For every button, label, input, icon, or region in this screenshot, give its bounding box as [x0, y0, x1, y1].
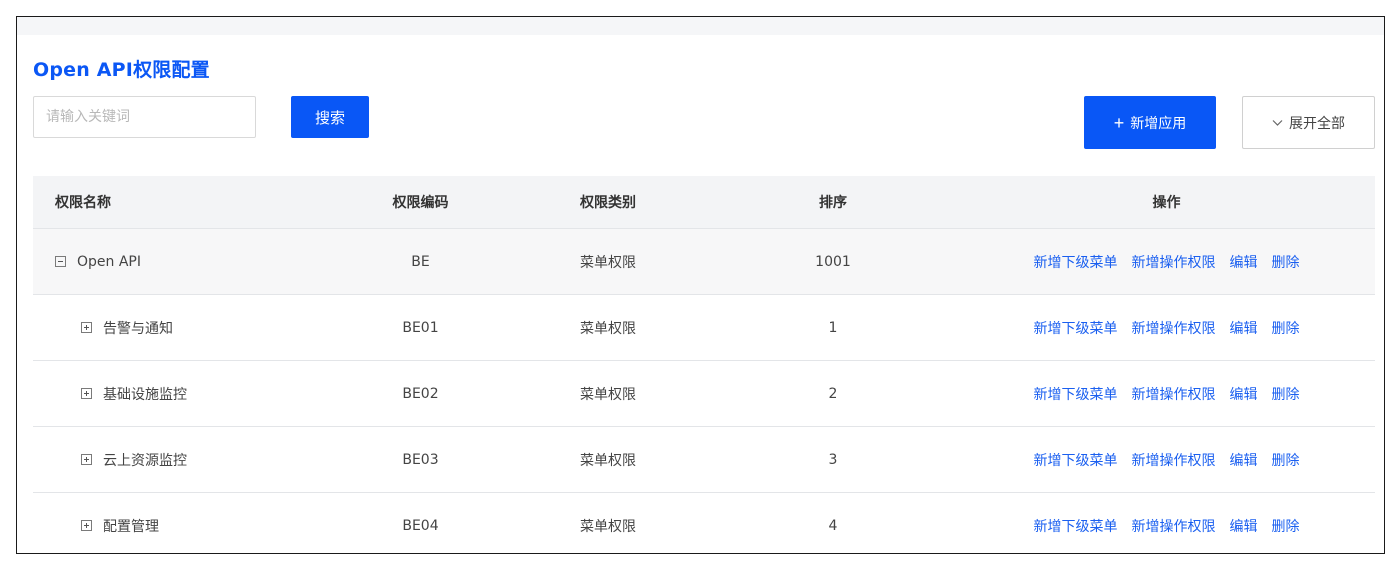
permission-sort: 1001	[815, 253, 851, 270]
add-submenu-link[interactable]: 新增下级菜单	[1034, 384, 1118, 404]
expand-icon[interactable]	[81, 454, 92, 465]
column-header-actions: 操作	[1152, 195, 1181, 211]
permission-sort: 4	[828, 517, 838, 534]
name-cell: Open API	[33, 254, 333, 270]
table-header: 权限名称 权限编码 权限类别 排序 操作	[33, 176, 1375, 229]
delete-link[interactable]: 删除	[1272, 384, 1300, 404]
permission-type: 菜单权限	[580, 518, 636, 535]
permission-type: 菜单权限	[580, 320, 636, 337]
name-cell: 配置管理	[33, 516, 333, 536]
permission-name: 云上资源监控	[103, 452, 187, 469]
delete-link[interactable]: 删除	[1272, 450, 1300, 470]
permission-name: 配置管理	[103, 518, 159, 535]
permission-name: 基础设施监控	[103, 386, 187, 403]
permission-table: 权限名称 权限编码 权限类别 排序 操作 Open API BE 菜单权限 10…	[33, 176, 1375, 553]
action-cell: 新增下级菜单 新增操作权限 编辑 删除	[958, 252, 1375, 272]
add-application-label: 新增应用	[1130, 114, 1187, 131]
page-title: Open API权限配置	[33, 59, 210, 81]
add-operation-permission-link[interactable]: 新增操作权限	[1132, 252, 1216, 272]
expand-icon[interactable]	[81, 322, 92, 333]
action-cell: 新增下级菜单 新增操作权限 编辑 删除	[958, 384, 1375, 404]
column-header-code: 权限编码	[392, 195, 449, 211]
action-cell: 新增下级菜单 新增操作权限 编辑 删除	[958, 318, 1375, 338]
add-operation-permission-link[interactable]: 新增操作权限	[1132, 318, 1216, 338]
column-header-sort: 排序	[819, 195, 847, 211]
name-cell: 云上资源监控	[33, 450, 333, 470]
permission-sort: 1	[828, 319, 838, 336]
table-row: 云上资源监控 BE03 菜单权限 3 新增下级菜单 新增操作权限 编辑 删除	[33, 427, 1375, 493]
plus-icon: +	[1113, 112, 1125, 133]
edit-link[interactable]: 编辑	[1230, 450, 1258, 470]
table-row: 告警与通知 BE01 菜单权限 1 新增下级菜单 新增操作权限 编辑 删除	[33, 295, 1375, 361]
add-application-button[interactable]: + 新增应用	[1084, 96, 1216, 149]
top-strip	[17, 17, 1384, 35]
permission-name: Open API	[77, 253, 141, 270]
add-submenu-link[interactable]: 新增下级菜单	[1034, 516, 1118, 536]
edit-link[interactable]: 编辑	[1230, 252, 1258, 272]
permission-type: 菜单权限	[580, 386, 636, 403]
permission-type: 菜单权限	[580, 254, 636, 271]
expand-all-label: 展开全部	[1289, 115, 1345, 132]
action-cell: 新增下级菜单 新增操作权限 编辑 删除	[958, 516, 1375, 536]
add-submenu-link[interactable]: 新增下级菜单	[1034, 252, 1118, 272]
permission-sort: 3	[828, 451, 838, 468]
add-operation-permission-link[interactable]: 新增操作权限	[1132, 516, 1216, 536]
collapse-icon[interactable]	[55, 256, 66, 267]
permission-code: BE04	[402, 517, 439, 534]
delete-link[interactable]: 删除	[1272, 516, 1300, 536]
permission-name: 告警与通知	[103, 320, 173, 337]
permission-code: BE01	[402, 319, 439, 336]
delete-link[interactable]: 删除	[1272, 252, 1300, 272]
expand-all-button[interactable]: 展开全部	[1242, 96, 1375, 149]
permission-code: BE03	[402, 451, 439, 468]
expand-icon[interactable]	[81, 388, 92, 399]
name-cell: 告警与通知	[33, 318, 333, 338]
permission-code: BE02	[402, 385, 439, 402]
column-header-type: 权限类别	[580, 195, 636, 211]
search-input[interactable]	[33, 96, 256, 138]
add-operation-permission-link[interactable]: 新增操作权限	[1132, 450, 1216, 470]
edit-link[interactable]: 编辑	[1230, 318, 1258, 338]
name-cell: 基础设施监控	[33, 384, 333, 404]
add-submenu-link[interactable]: 新增下级菜单	[1034, 318, 1118, 338]
chevron-down-icon	[1272, 119, 1283, 126]
column-header-name: 权限名称	[55, 195, 111, 211]
permission-type: 菜单权限	[580, 452, 636, 469]
edit-link[interactable]: 编辑	[1230, 516, 1258, 536]
add-operation-permission-link[interactable]: 新增操作权限	[1132, 384, 1216, 404]
delete-link[interactable]: 删除	[1272, 318, 1300, 338]
permission-config-panel: Open API权限配置 搜索 + 新增应用 展开全部 权限名称 权限编码 权限…	[16, 16, 1385, 554]
expand-icon[interactable]	[81, 520, 92, 531]
permission-code: BE	[411, 253, 430, 270]
table-row: Open API BE 菜单权限 1001 新增下级菜单 新增操作权限 编辑 删…	[33, 229, 1375, 295]
table-row: 配置管理 BE04 菜单权限 4 新增下级菜单 新增操作权限 编辑 删除	[33, 493, 1375, 553]
action-cell: 新增下级菜单 新增操作权限 编辑 删除	[958, 450, 1375, 470]
table-row: 基础设施监控 BE02 菜单权限 2 新增下级菜单 新增操作权限 编辑 删除	[33, 361, 1375, 427]
edit-link[interactable]: 编辑	[1230, 384, 1258, 404]
search-button[interactable]: 搜索	[291, 96, 369, 138]
search-button-label: 搜索	[314, 109, 345, 127]
add-submenu-link[interactable]: 新增下级菜单	[1034, 450, 1118, 470]
permission-sort: 2	[828, 385, 838, 402]
